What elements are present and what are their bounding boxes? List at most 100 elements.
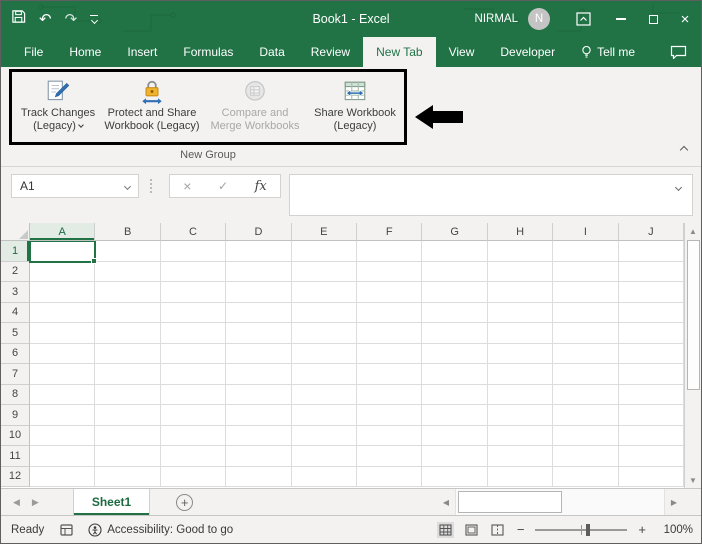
cell-A6[interactable]	[30, 343, 96, 364]
row-header-6[interactable]: 6	[1, 343, 30, 364]
horizontal-scrollbar[interactable]: ◀ ▶	[437, 489, 683, 515]
column-header-C[interactable]: C	[160, 223, 227, 241]
avatar[interactable]: N	[528, 8, 550, 30]
cell-D11[interactable]	[226, 446, 292, 467]
vertical-scroll-thumb[interactable]	[686, 240, 700, 390]
cell-H6[interactable]	[487, 343, 554, 364]
cell-D4[interactable]	[226, 302, 292, 323]
cell-G9[interactable]	[422, 405, 488, 426]
user-name[interactable]: NIRMAL	[475, 13, 518, 25]
cell-E6[interactable]	[291, 343, 358, 364]
sheet-nav-next-button[interactable]: ▶	[26, 497, 45, 508]
cell-A2[interactable]	[30, 261, 96, 282]
cell-D9[interactable]	[226, 405, 292, 426]
cell-G8[interactable]	[422, 384, 488, 405]
track-changes-button[interactable]: Track Changes (Legacy)	[14, 75, 102, 142]
cell-C2[interactable]	[160, 261, 227, 282]
cell-D7[interactable]	[226, 364, 292, 385]
hscroll-right-button[interactable]: ▶	[665, 489, 683, 515]
cell-F9[interactable]	[357, 405, 423, 426]
cell-H11[interactable]	[487, 446, 554, 467]
cell-I7[interactable]	[553, 364, 619, 385]
cell-J8[interactable]	[618, 384, 684, 405]
collapse-ribbon-button[interactable]	[679, 140, 689, 158]
cell-H3[interactable]	[487, 282, 554, 303]
cell-C4[interactable]	[160, 302, 227, 323]
cell-G10[interactable]	[422, 425, 488, 446]
cell-E7[interactable]	[291, 364, 358, 385]
cell-B10[interactable]	[95, 425, 161, 446]
cell-B12[interactable]	[95, 466, 161, 487]
cell-E4[interactable]	[291, 302, 358, 323]
cell-H7[interactable]	[487, 364, 554, 385]
formula-bar-grip[interactable]	[150, 179, 152, 193]
formula-input[interactable]	[289, 174, 693, 216]
cell-D2[interactable]	[226, 261, 292, 282]
save-button[interactable]	[11, 9, 26, 29]
cell-C1[interactable]	[160, 241, 227, 262]
cell-D8[interactable]	[226, 384, 292, 405]
qat-customize-button[interactable]	[90, 14, 99, 25]
cell-F10[interactable]	[357, 425, 423, 446]
cell-I9[interactable]	[553, 405, 619, 426]
cell-F8[interactable]	[357, 384, 423, 405]
cell-J12[interactable]	[618, 466, 684, 487]
cell-C5[interactable]	[160, 323, 227, 344]
cell-F12[interactable]	[357, 466, 423, 487]
protect-and-share-workbook-button[interactable]: Protect and Share Workbook (Legacy)	[102, 75, 202, 142]
zoom-out-button[interactable]: −	[515, 522, 527, 537]
comments-button[interactable]	[670, 37, 701, 67]
cell-E9[interactable]	[291, 405, 358, 426]
tab-data[interactable]: Data	[246, 37, 297, 67]
close-button[interactable]: ×	[669, 1, 701, 37]
column-header-A[interactable]: A	[30, 223, 96, 241]
cell-H1[interactable]	[487, 241, 554, 262]
column-header-J[interactable]: J	[618, 223, 685, 241]
cell-B6[interactable]	[95, 343, 161, 364]
row-header-7[interactable]: 7	[1, 364, 30, 385]
cell-C12[interactable]	[160, 466, 227, 487]
row-header-11[interactable]: 11	[1, 446, 30, 467]
cell-J2[interactable]	[618, 261, 684, 282]
cell-F3[interactable]	[357, 282, 423, 303]
sheet-tab-sheet1[interactable]: Sheet1	[72, 489, 151, 515]
cell-G12[interactable]	[422, 466, 488, 487]
cell-H9[interactable]	[487, 405, 554, 426]
scroll-up-button[interactable]: ▲	[685, 223, 701, 239]
cancel-button[interactable]: ×	[183, 178, 191, 194]
cell-E2[interactable]	[291, 261, 358, 282]
cell-I3[interactable]	[553, 282, 619, 303]
cell-G7[interactable]	[422, 364, 488, 385]
cell-G1[interactable]	[422, 241, 488, 262]
cell-G2[interactable]	[422, 261, 488, 282]
page-layout-view-button[interactable]	[463, 522, 480, 538]
cell-A5[interactable]	[30, 323, 96, 344]
cell-E3[interactable]	[291, 282, 358, 303]
column-header-G[interactable]: G	[422, 223, 488, 241]
cell-H12[interactable]	[487, 466, 554, 487]
cell-J4[interactable]	[618, 302, 684, 323]
tab-file[interactable]: File	[11, 37, 56, 67]
cell-I1[interactable]	[553, 241, 619, 262]
add-sheet-button[interactable]: +	[176, 493, 194, 511]
row-header-1[interactable]: 1	[1, 241, 30, 262]
cell-C3[interactable]	[160, 282, 227, 303]
cell-I2[interactable]	[553, 261, 619, 282]
cell-E10[interactable]	[291, 425, 358, 446]
row-header-10[interactable]: 10	[1, 425, 30, 446]
page-break-preview-button[interactable]	[489, 522, 506, 538]
cell-B3[interactable]	[95, 282, 161, 303]
cell-G4[interactable]	[422, 302, 488, 323]
row-header-12[interactable]: 12	[1, 466, 30, 487]
maximize-button[interactable]	[637, 1, 669, 37]
cell-E8[interactable]	[291, 384, 358, 405]
cell-B2[interactable]	[95, 261, 161, 282]
cell-C6[interactable]	[160, 343, 227, 364]
cell-I12[interactable]	[553, 466, 619, 487]
column-header-D[interactable]: D	[226, 223, 292, 241]
zoom-slider[interactable]	[535, 523, 628, 536]
column-header-B[interactable]: B	[95, 223, 161, 241]
cell-I4[interactable]	[553, 302, 619, 323]
cell-G5[interactable]	[422, 323, 488, 344]
cell-A4[interactable]	[30, 302, 96, 323]
